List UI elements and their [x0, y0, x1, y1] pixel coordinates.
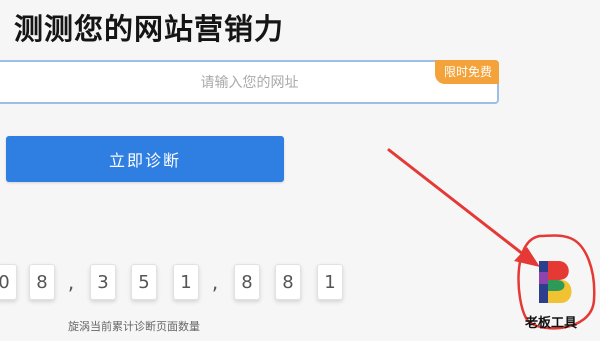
b-letter-logo-icon	[539, 261, 572, 303]
annotation-arrow-icon	[387, 148, 596, 330]
brand-name: 老板工具	[525, 316, 578, 331]
